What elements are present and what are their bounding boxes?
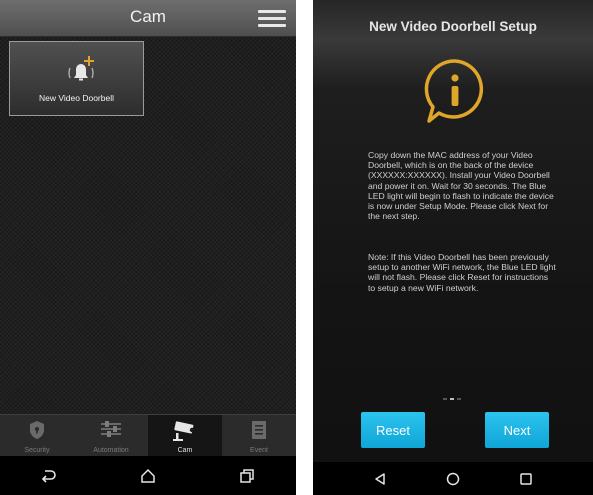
tab-automation-label: Automation [93, 447, 129, 454]
page-title: New Video Doorbell Setup [369, 19, 537, 34]
tab-event[interactable]: Event [222, 415, 296, 457]
setup-screen: New Video Doorbell Setup Copy down the M… [313, 0, 593, 495]
back-icon[interactable] [37, 464, 61, 488]
tab-security-label: Security [24, 447, 50, 454]
recents-icon[interactable] [235, 464, 259, 488]
recents-icon[interactable] [514, 467, 538, 491]
android-nav-bar [0, 456, 296, 495]
reset-button[interactable]: Reset [361, 412, 425, 448]
doorbell-add-icon [68, 56, 94, 81]
menu-icon[interactable] [258, 10, 286, 27]
back-icon[interactable] [368, 467, 392, 491]
tab-automation[interactable]: Automation [74, 415, 148, 457]
app-header: Cam [0, 0, 296, 37]
setup-note: Note: If this Video Doorbell has been pr… [368, 252, 556, 293]
cam-screen: Cam New Video Doorbell Security Automati… [0, 0, 296, 495]
home-icon[interactable] [441, 467, 465, 491]
shield-icon [30, 421, 44, 439]
home-icon[interactable] [136, 464, 160, 488]
bottom-tab-bar: Security Automation Cam Event [0, 414, 296, 457]
tile-label: New Video Doorbell [39, 93, 114, 103]
new-video-doorbell-tile[interactable]: New Video Doorbell [9, 41, 144, 116]
sliders-icon [101, 421, 121, 437]
next-button[interactable]: Next [485, 412, 549, 448]
info-icon [424, 59, 484, 123]
page-indicator [443, 398, 465, 400]
tab-cam-label: Cam [177, 447, 193, 454]
tab-security[interactable]: Security [0, 415, 74, 457]
list-icon [252, 421, 266, 439]
page-title: Cam [130, 7, 166, 26]
setup-description: Copy down the MAC address of your Video … [368, 150, 554, 222]
tab-cam[interactable]: Cam [148, 415, 222, 457]
camera-icon [173, 421, 195, 441]
android-nav-bar [313, 462, 593, 495]
tab-event-label: Event [250, 447, 268, 454]
